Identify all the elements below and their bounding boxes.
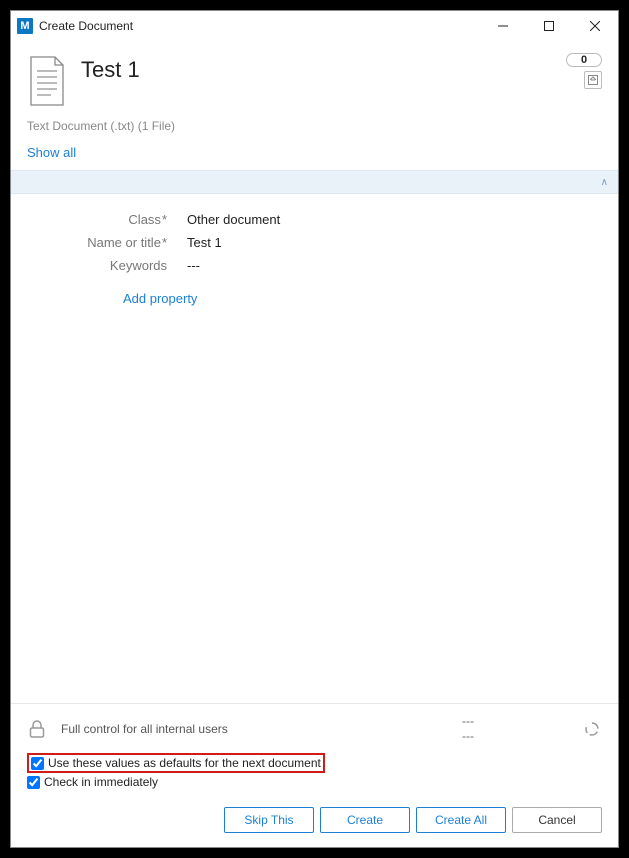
property-row[interactable]: Name or title* Test 1 [27, 231, 602, 254]
check-in-label: Check in immediately [44, 775, 158, 789]
permissions-text: Full control for all internal users [61, 722, 462, 736]
property-row[interactable]: Class* Other document [27, 208, 602, 231]
property-value[interactable]: --- [187, 258, 200, 273]
options: Use these values as defaults for the nex… [11, 753, 618, 797]
use-defaults-label: Use these values as defaults for the nex… [48, 756, 321, 770]
create-all-button[interactable]: Create All [416, 807, 506, 833]
permissions-row: Full control for all internal users --- … [11, 704, 618, 753]
header: Test 1 0 [11, 41, 618, 113]
add-property-link[interactable]: Add property [123, 291, 602, 306]
skip-button[interactable]: Skip This [224, 807, 314, 833]
use-defaults-checkbox[interactable]: Use these values as defaults for the nex… [31, 754, 321, 772]
minimize-button[interactable] [480, 11, 526, 41]
check-in-input[interactable] [27, 776, 40, 789]
show-all-link[interactable]: Show all [27, 145, 76, 160]
maximize-button[interactable] [526, 11, 572, 41]
section-banner[interactable]: ∧ [11, 170, 618, 194]
comments-badge[interactable]: 0 [566, 53, 602, 67]
property-label: Class [128, 212, 161, 227]
app-icon: M [17, 18, 33, 34]
document-title: Test 1 [81, 57, 566, 83]
properties-panel: Class* Other document Name or title* Tes… [11, 194, 618, 697]
property-row[interactable]: Keywords --- [27, 254, 602, 277]
close-button[interactable] [572, 11, 618, 41]
cancel-button[interactable]: Cancel [512, 807, 602, 833]
property-label: Keywords [110, 258, 167, 273]
button-bar: Skip This Create Create All Cancel [11, 797, 618, 847]
titlebar: M Create Document [11, 11, 618, 41]
permissions-extra: --- --- [462, 714, 582, 743]
document-icon [27, 55, 67, 107]
use-defaults-input[interactable] [31, 757, 44, 770]
check-in-checkbox[interactable]: Check in immediately [27, 773, 602, 791]
window-title: Create Document [39, 19, 133, 33]
refresh-icon[interactable] [582, 719, 602, 739]
chevron-up-icon: ∧ [601, 177, 608, 188]
create-button[interactable]: Create [320, 807, 410, 833]
lock-icon [27, 718, 47, 740]
property-value[interactable]: Test 1 [187, 235, 222, 250]
expand-icon[interactable] [584, 71, 602, 89]
property-value[interactable]: Other document [187, 212, 280, 227]
highlight-box: Use these values as defaults for the nex… [27, 753, 325, 773]
document-subtitle: Text Document (.txt) (1 File) [11, 113, 618, 137]
property-label: Name or title [87, 235, 161, 250]
